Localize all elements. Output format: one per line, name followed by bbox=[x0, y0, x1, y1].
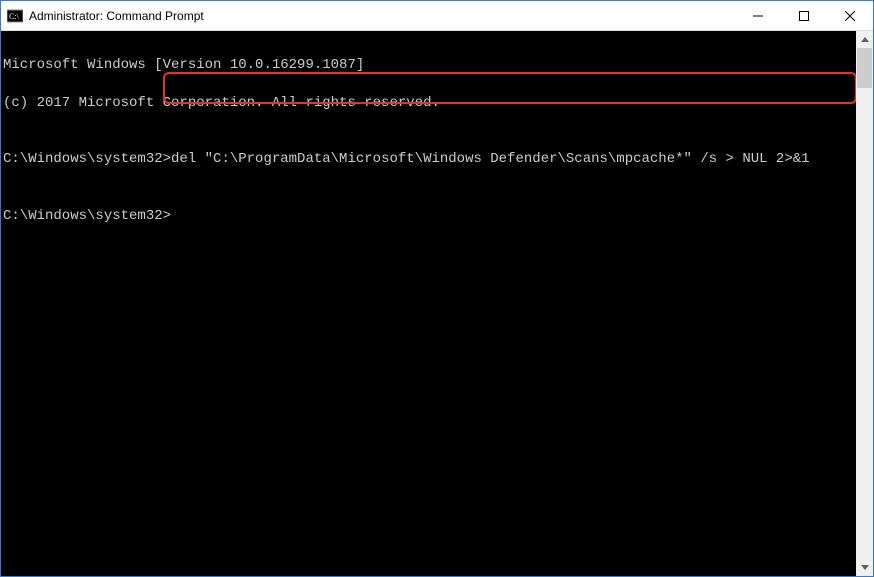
command-prompt-window: C:\ Administrator: Command Prompt Micros… bbox=[0, 0, 874, 577]
prompt-prefix: C:\Windows\system32> bbox=[3, 151, 171, 167]
prompt-prefix: C:\Windows\system32> bbox=[3, 208, 171, 224]
scroll-up-arrow[interactable] bbox=[856, 31, 873, 48]
maximize-button[interactable] bbox=[781, 1, 827, 30]
prompt-command: del "C:\ProgramData\Microsoft\Windows De… bbox=[171, 151, 810, 167]
terminal-prompt-line: C:\Windows\system32>del "C:\ProgramData\… bbox=[3, 150, 850, 169]
titlebar[interactable]: C:\ Administrator: Command Prompt bbox=[1, 1, 873, 31]
close-button[interactable] bbox=[827, 1, 873, 30]
minimize-button[interactable] bbox=[735, 1, 781, 30]
vertical-scrollbar[interactable] bbox=[856, 31, 873, 576]
cmd-icon: C:\ bbox=[7, 8, 23, 24]
svg-text:C:\: C:\ bbox=[9, 12, 20, 21]
scroll-thumb[interactable] bbox=[857, 48, 872, 88]
terminal-prompt-line: C:\Windows\system32> bbox=[3, 207, 850, 226]
terminal-body: Microsoft Windows [Version 10.0.16299.10… bbox=[1, 31, 873, 576]
scroll-track[interactable] bbox=[856, 48, 873, 559]
window-title: Administrator: Command Prompt bbox=[29, 9, 204, 23]
terminal-line: Microsoft Windows [Version 10.0.16299.10… bbox=[3, 56, 850, 75]
window-controls bbox=[735, 1, 873, 30]
scroll-down-arrow[interactable] bbox=[856, 559, 873, 576]
terminal-line: (c) 2017 Microsoft Corporation. All righ… bbox=[3, 94, 850, 113]
terminal-output[interactable]: Microsoft Windows [Version 10.0.16299.10… bbox=[1, 31, 856, 576]
